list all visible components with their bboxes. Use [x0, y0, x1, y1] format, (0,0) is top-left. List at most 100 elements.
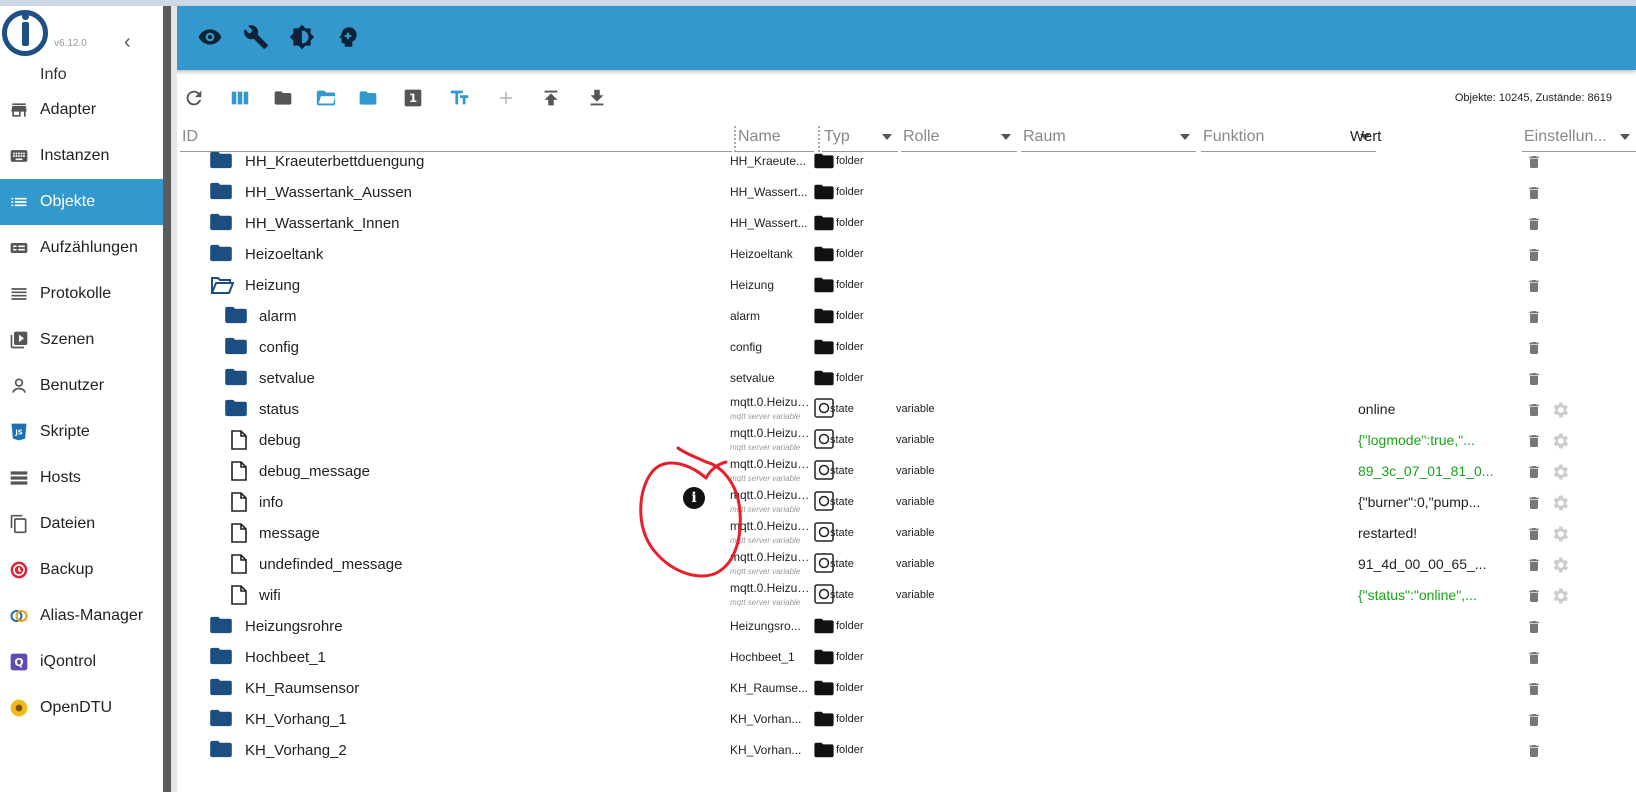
- gear-icon[interactable]: [1550, 462, 1570, 485]
- gear-icon[interactable]: [1550, 493, 1570, 516]
- table-row[interactable]: Heizungsrohre Heizungsro... folder: [180, 612, 1636, 642]
- row-value[interactable]: {"logmode":true,"...: [1358, 432, 1496, 448]
- sidebar-item-instanzen[interactable]: Instanzen: [0, 133, 163, 179]
- table-row[interactable]: KH_Vorhang_2 KH_Vorhan... folder: [180, 736, 1636, 766]
- delete-icon[interactable]: [1526, 215, 1542, 236]
- gear-icon[interactable]: [1550, 555, 1570, 578]
- table-row[interactable]: Heizoeltank Heizoeltank folder: [180, 240, 1636, 270]
- table-row[interactable]: Heizung Heizung folder: [180, 271, 1636, 301]
- folder-icon[interactable]: [210, 182, 232, 203]
- folder-open-icon[interactable]: [210, 275, 235, 298]
- sidebar-item-objekte[interactable]: Objekte: [0, 179, 163, 225]
- table-row[interactable]: undefinded_message mqtt.0.Heizung mqtt ser…: [180, 550, 1636, 580]
- folder-icon[interactable]: [225, 306, 247, 327]
- delete-icon[interactable]: [1526, 618, 1542, 639]
- gear-icon[interactable]: [1550, 524, 1570, 547]
- delete-icon[interactable]: [1526, 742, 1542, 763]
- sidebar-item-skripte[interactable]: JS Skripte: [0, 409, 163, 455]
- info-icon[interactable]: i: [683, 487, 705, 509]
- sidebar-item-dateien[interactable]: Dateien: [0, 501, 163, 547]
- table-row[interactable]: HH_Kraeuterbettduengung HH_Kraeute... fold…: [180, 147, 1636, 177]
- folder-expand-icon[interactable]: [354, 84, 382, 112]
- folder-icon[interactable]: [210, 709, 232, 730]
- folder-icon[interactable]: [225, 337, 247, 358]
- brightness-icon[interactable]: [289, 24, 315, 50]
- delete-icon[interactable]: [1526, 494, 1542, 515]
- table-row[interactable]: wifi mqtt.0.Heizung mqtt server variable st…: [180, 581, 1636, 611]
- wrench-icon[interactable]: [243, 24, 269, 50]
- table-row[interactable]: Hochbeet_1 Hochbeet_1 folder: [180, 643, 1636, 673]
- gear-icon[interactable]: [1550, 400, 1570, 423]
- sidebar-item-benutzer[interactable]: Benutzer: [0, 363, 163, 409]
- folder-icon[interactable]: [210, 213, 232, 234]
- sidebar-item-iqontrol[interactable]: Q iQontrol: [0, 639, 163, 685]
- folder-icon[interactable]: [210, 647, 232, 668]
- expert-mode-icon[interactable]: [335, 24, 361, 50]
- delete-icon[interactable]: [1526, 463, 1542, 484]
- row-value[interactable]: 91_4d_00_00_65_...: [1358, 556, 1496, 572]
- delete-icon[interactable]: [1526, 711, 1542, 732]
- folder-icon[interactable]: [210, 244, 232, 265]
- sidebar-item-backup[interactable]: Backup: [0, 547, 163, 593]
- delete-icon[interactable]: [1526, 649, 1542, 670]
- row-value[interactable]: online: [1358, 401, 1496, 417]
- table-row[interactable]: config config folder: [180, 333, 1636, 363]
- add-icon[interactable]: [492, 84, 520, 112]
- download-icon[interactable]: [583, 84, 611, 112]
- sidebar-item-aufzaehlungen[interactable]: Aufzählungen: [0, 225, 163, 271]
- table-row[interactable]: setvalue setvalue folder: [180, 364, 1636, 394]
- table-row[interactable]: HH_Wassertank_Innen HH_Wassert... folder: [180, 209, 1636, 239]
- table-row[interactable]: info mqtt.0.Heizung mqtt server variable st…: [180, 488, 1636, 518]
- folder-icon[interactable]: [210, 151, 232, 172]
- delete-icon[interactable]: [1526, 277, 1542, 298]
- columns-icon[interactable]: [226, 84, 254, 112]
- sidebar-item-protokolle[interactable]: Protokolle: [0, 271, 163, 317]
- column-header-wert[interactable]: Wert: [1350, 128, 1381, 145]
- text-size-icon[interactable]: [446, 84, 474, 112]
- eye-icon[interactable]: [197, 24, 223, 50]
- row-value[interactable]: 89_3c_07_01_81_0...: [1358, 463, 1496, 479]
- row-value[interactable]: {"status":"online",...: [1358, 587, 1496, 603]
- table-row[interactable]: alarm alarm folder: [180, 302, 1636, 332]
- delete-icon[interactable]: [1526, 370, 1542, 391]
- table-row[interactable]: debug mqtt.0.Heizung mqtt server variable s…: [180, 426, 1636, 456]
- table-row[interactable]: debug_message mqtt.0.Heizung mqtt server v…: [180, 457, 1636, 487]
- row-value[interactable]: restarted!: [1358, 525, 1496, 541]
- chevron-left-icon[interactable]: ‹: [124, 32, 131, 52]
- table-row[interactable]: HH_Wassertank_Aussen HH_Wassert... folder: [180, 178, 1636, 208]
- folder-open-icon[interactable]: [312, 84, 340, 112]
- folder-collapse-icon[interactable]: [269, 84, 297, 112]
- folder-icon[interactable]: [225, 368, 247, 389]
- sidebar-item-adapter[interactable]: Adapter: [0, 87, 163, 133]
- delete-icon[interactable]: [1526, 525, 1542, 546]
- sidebar-item-alias-manager[interactable]: Alias-Manager: [0, 593, 163, 639]
- gear-icon[interactable]: [1550, 586, 1570, 609]
- delete-icon[interactable]: [1526, 587, 1542, 608]
- delete-icon[interactable]: [1526, 153, 1542, 174]
- delete-icon[interactable]: [1526, 432, 1542, 453]
- delete-icon[interactable]: [1526, 184, 1542, 205]
- delete-icon[interactable]: [1526, 339, 1542, 360]
- sidebar-item-opendtu[interactable]: OpenDTU: [0, 685, 163, 731]
- number-one-icon[interactable]: 1: [399, 84, 427, 112]
- upload-icon[interactable]: [537, 84, 565, 112]
- delete-icon[interactable]: [1526, 556, 1542, 577]
- folder-icon[interactable]: [210, 678, 232, 699]
- sidebar-item-szenen[interactable]: Szenen: [0, 317, 163, 363]
- row-value[interactable]: {"burner":0,"pump...: [1358, 494, 1496, 510]
- gear-icon[interactable]: [1550, 431, 1570, 454]
- table-row[interactable]: status mqtt.0.Heizung mqtt server variable…: [180, 395, 1636, 425]
- table-row[interactable]: KH_Vorhang_1 KH_Vorhan... folder: [180, 705, 1636, 735]
- delete-icon[interactable]: [1526, 246, 1542, 267]
- sidebar-item-info-partial[interactable]: Info: [40, 66, 67, 84]
- delete-icon[interactable]: [1526, 401, 1542, 422]
- table-row[interactable]: KH_Raumsensor KH_Raumse... folder: [180, 674, 1636, 704]
- folder-icon[interactable]: [210, 616, 232, 637]
- folder-icon[interactable]: [210, 740, 232, 761]
- folder-icon[interactable]: [225, 399, 247, 420]
- refresh-icon[interactable]: [180, 84, 208, 112]
- delete-icon[interactable]: [1526, 308, 1542, 329]
- sidebar-item-hosts[interactable]: Hosts: [0, 455, 163, 501]
- table-row[interactable]: message mqtt.0.Heizung mqtt server variabl…: [180, 519, 1636, 549]
- delete-icon[interactable]: [1526, 680, 1542, 701]
